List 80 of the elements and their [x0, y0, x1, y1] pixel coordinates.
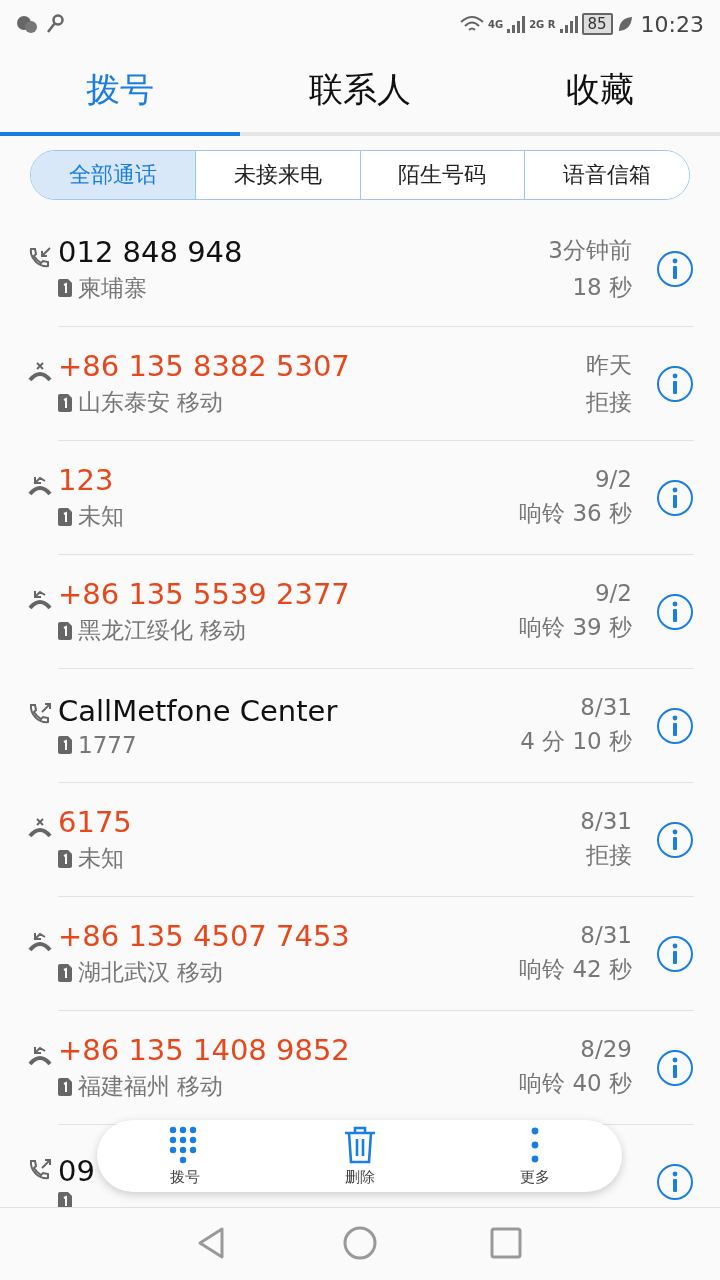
call-time: 8/29	[580, 1036, 632, 1062]
info-button[interactable]	[656, 1048, 694, 1087]
call-time: 昨天	[586, 350, 632, 380]
missed-call-icon	[28, 1044, 52, 1068]
rejected-call-icon	[28, 360, 52, 384]
call-time: 8/31	[580, 922, 632, 948]
contact-name: +86 135 4507 7453	[58, 919, 350, 953]
sim-card-icon	[58, 735, 72, 754]
home-icon[interactable]	[342, 1224, 378, 1261]
network-type: 4G	[487, 18, 504, 30]
contact-name: 012 848 948	[58, 234, 243, 269]
call-location: 福建福州 移动	[78, 1072, 224, 1101]
info-button[interactable]	[656, 820, 694, 859]
call-time: 3分钟前	[548, 236, 632, 265]
call-location: 湖北武汉 移动	[78, 958, 224, 987]
missed-call-icon	[28, 474, 52, 498]
info-button[interactable]	[656, 478, 694, 517]
contact-name: +86 135 5539 2377	[58, 577, 350, 611]
chat-icon	[16, 15, 38, 33]
call-time: 8/31	[580, 694, 632, 720]
call-location: 黑龙江绥化 移动	[78, 616, 247, 645]
call-location: 未知	[78, 844, 124, 873]
tab[interactable]: 拨号	[0, 48, 240, 136]
call-detail: 18 秒	[572, 273, 632, 302]
info-button[interactable]	[656, 706, 694, 745]
more-icon	[530, 1125, 539, 1164]
contact-name: CallMetfone Center	[58, 693, 338, 728]
outgoing-call-icon	[28, 702, 52, 726]
sim-card-icon	[58, 279, 72, 297]
network-type: 2G R	[529, 18, 556, 30]
sim-card-icon	[58, 963, 72, 982]
filter-tab[interactable]: 未接来电	[194, 151, 360, 199]
tab[interactable]: 收藏	[480, 48, 720, 136]
call-detail: 响铃 42 秒	[519, 955, 632, 984]
call-time: 9/2	[595, 580, 632, 606]
rejected-call-icon	[28, 816, 52, 840]
signal-icon	[507, 15, 526, 33]
sim-card-icon	[58, 849, 72, 868]
leaf-icon	[616, 16, 633, 32]
info-button[interactable]	[656, 364, 694, 403]
call-location: 山东泰安 移动	[78, 388, 224, 417]
tab[interactable]: 联系人	[240, 48, 480, 136]
info-button[interactable]	[656, 1162, 694, 1201]
action-button[interactable]: 拨号	[144, 1125, 225, 1187]
contact-name: 6175	[58, 805, 132, 839]
sim-card-icon	[58, 621, 72, 640]
call-time: 8/31	[580, 808, 632, 834]
trash-icon	[342, 1125, 377, 1164]
call-detail: 4 分 10 秒	[520, 727, 632, 756]
info-button[interactable]	[656, 250, 694, 288]
call-location: 柬埔寨	[78, 273, 147, 303]
call-time: 9/2	[595, 466, 632, 492]
wifi-icon	[459, 15, 484, 33]
call-detail: 响铃 36 秒	[519, 499, 632, 528]
contact-name: +86 135 8382 5307	[58, 349, 350, 383]
call-detail: 拒接	[586, 387, 632, 417]
contact-name: +86 135 1408 9852	[58, 1033, 350, 1067]
contact-name: 09	[58, 1153, 95, 1188]
action-button[interactable]: 删除	[319, 1125, 400, 1187]
missed-call-icon	[28, 588, 52, 612]
battery-level: 85	[581, 13, 613, 35]
call-detail: 响铃 39 秒	[519, 613, 632, 642]
missed-call-icon	[28, 930, 52, 954]
filter-tab[interactable]: 语音信箱	[524, 151, 689, 199]
clock: 10:23	[640, 11, 704, 37]
sim-card-icon	[58, 393, 72, 412]
incoming-call-icon	[28, 246, 52, 270]
contact-name: 123	[58, 463, 114, 497]
sim-card-icon	[58, 507, 72, 526]
signal-icon	[559, 15, 578, 33]
call-location: 1777	[78, 731, 137, 758]
call-detail: 拒接	[586, 841, 632, 870]
info-button[interactable]	[656, 592, 694, 631]
filter-tab[interactable]: 陌生号码	[359, 151, 525, 199]
outgoing-call-icon	[28, 1158, 52, 1182]
sim-card-icon	[58, 1077, 72, 1096]
info-button[interactable]	[656, 934, 694, 973]
call-location: 未知	[78, 502, 124, 531]
action-button[interactable]: 更多	[494, 1125, 575, 1187]
call-detail: 响铃 40 秒	[519, 1069, 632, 1098]
